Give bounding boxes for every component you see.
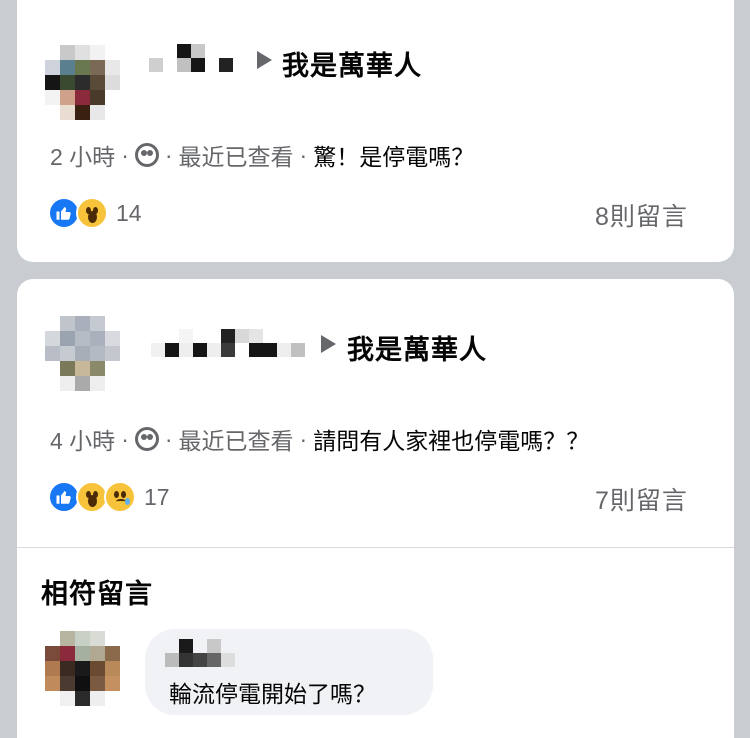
comment-count-link[interactable]: 8則留言 bbox=[595, 197, 688, 233]
post-card[interactable]: 我是萬華人 4 小時 · · 最近已查看 · 請問有人家裡也停電嗎？？ 17 7… bbox=[17, 279, 734, 738]
right-triangle-icon bbox=[321, 335, 336, 353]
post-card[interactable]: 我是萬華人 2 小時 · · 最近已查看 · 驚！是停電嗎？ 14 8則留言 bbox=[17, 0, 734, 262]
sad-reaction-icon bbox=[104, 481, 136, 513]
post-time[interactable]: 2 小時 bbox=[50, 138, 115, 172]
group-name-link[interactable]: 我是萬華人 bbox=[282, 44, 422, 83]
comment-text: 輪流停電開始了嗎？ bbox=[169, 681, 376, 707]
post-meta: 4 小時 · · 最近已查看 · 請問有人家裡也停電嗎？？ bbox=[50, 422, 589, 456]
post-time[interactable]: 4 小時 bbox=[50, 422, 115, 456]
group-name-link[interactable]: 我是萬華人 bbox=[347, 328, 487, 367]
right-triangle-icon bbox=[257, 51, 272, 69]
post-meta: 2 小時 · · 最近已查看 · 驚！是停電嗎？ bbox=[50, 138, 474, 172]
reactions-summary[interactable]: 17 bbox=[48, 481, 170, 513]
seen-status: 最近已查看 bbox=[178, 144, 294, 170]
seen-status: 最近已查看 bbox=[178, 428, 294, 454]
post-text[interactable]: 請問有人家裡也停電嗎？？ bbox=[313, 422, 589, 456]
group-audience-icon bbox=[134, 143, 159, 167]
post-text[interactable]: 驚！是停電嗎？ bbox=[313, 138, 474, 172]
commenter-avatar[interactable] bbox=[45, 631, 120, 706]
wow-reaction-icon bbox=[76, 197, 108, 229]
blurred-commenter-name[interactable] bbox=[165, 639, 235, 667]
blurred-author-name[interactable] bbox=[149, 44, 233, 72]
blurred-author-name[interactable] bbox=[151, 329, 305, 357]
reaction-count: 17 bbox=[144, 483, 170, 510]
reaction-count: 14 bbox=[116, 199, 142, 226]
avatar[interactable] bbox=[45, 316, 120, 391]
matching-comments-title: 相符留言 bbox=[41, 579, 153, 609]
avatar[interactable] bbox=[45, 45, 120, 120]
group-audience-icon bbox=[134, 427, 159, 451]
divider bbox=[17, 547, 734, 548]
comment-count-link[interactable]: 7則留言 bbox=[595, 481, 688, 517]
reactions-summary[interactable]: 14 bbox=[48, 197, 142, 229]
